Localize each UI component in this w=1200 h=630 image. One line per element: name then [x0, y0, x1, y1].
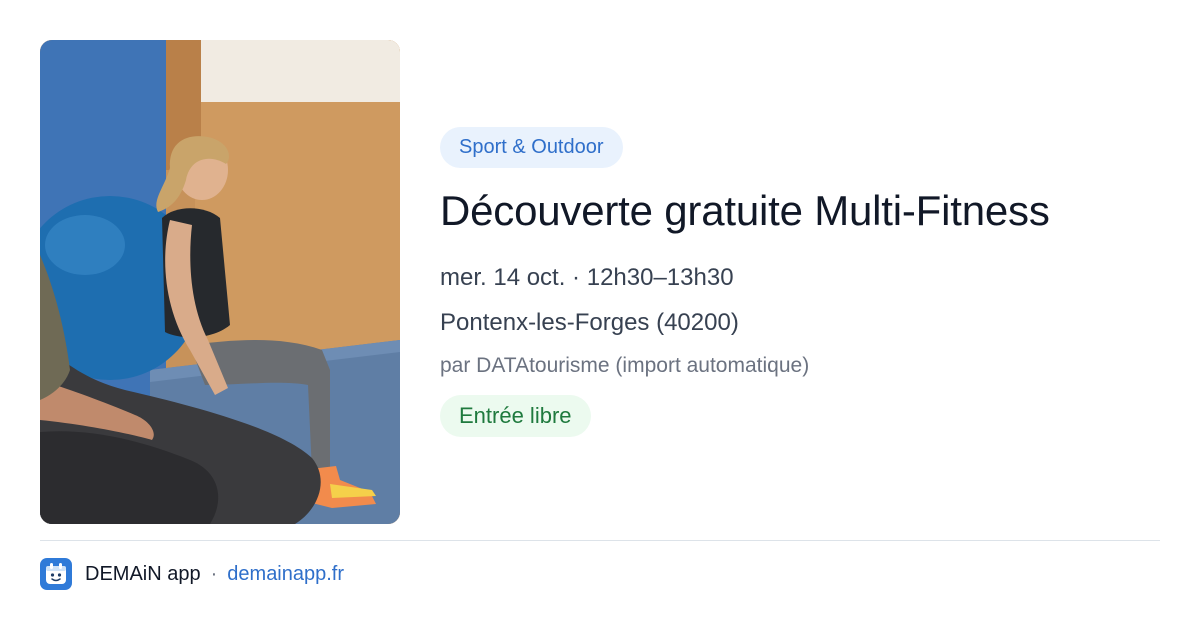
footer-separator: ·: [210, 562, 218, 585]
calendar-face-icon: [40, 558, 72, 590]
app-name: DEMAiN app: [85, 562, 201, 585]
footer-branding: DEMAiN app · demainapp.fr: [40, 558, 344, 590]
event-organizer: par DATAtourisme (import automatique): [440, 354, 810, 377]
footer-divider: [40, 540, 1160, 541]
price-badge: Entrée libre: [440, 395, 591, 437]
event-title: Découverte gratuite Multi-Fitness: [440, 187, 1050, 234]
event-datetime: mer. 14 oct. · 12h30–13h30: [440, 264, 734, 291]
event-photo: [40, 40, 400, 524]
category-badge[interactable]: Sport & Outdoor: [440, 127, 623, 168]
site-link[interactable]: demainapp.fr: [227, 563, 344, 586]
event-share-card: Sport & Outdoor Découverte gratuite Mult…: [0, 0, 1200, 630]
event-location: Pontenx-les-Forges (40200): [440, 309, 739, 336]
